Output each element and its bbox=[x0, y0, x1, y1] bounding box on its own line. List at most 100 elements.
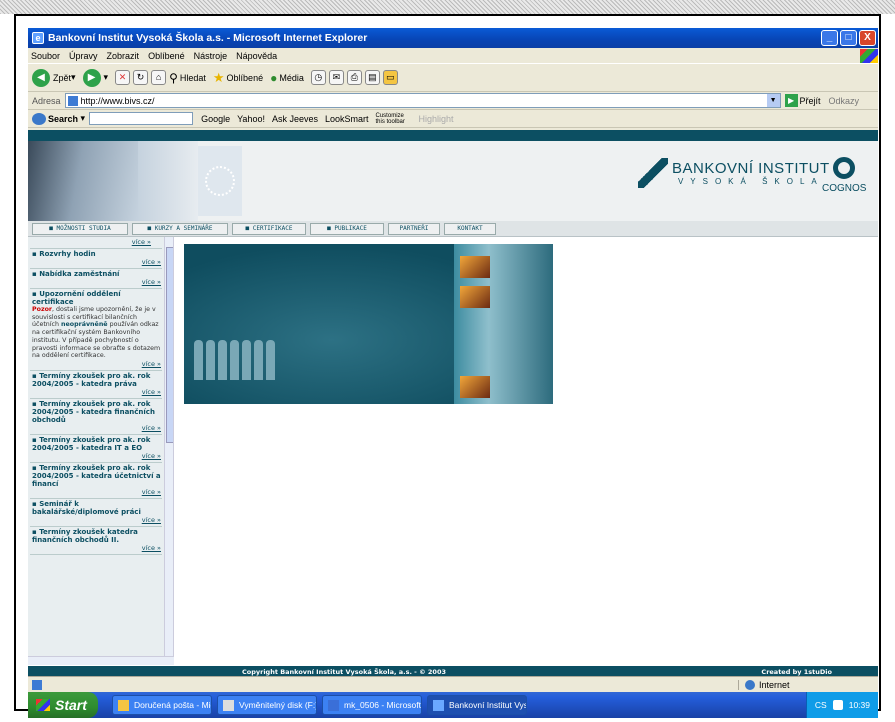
silhouette bbox=[254, 340, 263, 380]
customize-toolbar[interactable]: Customize this toolbar bbox=[376, 113, 412, 125]
address-input[interactable]: http://www.bivs.cz/ ▼ bbox=[64, 93, 781, 108]
list-item: Nabídka zaměstnání více » bbox=[30, 269, 162, 289]
go-button[interactable]: ▶ Přejít bbox=[784, 94, 821, 107]
task-outlook[interactable]: Doručená pošta - Mic... bbox=[112, 695, 212, 715]
silhouette bbox=[194, 340, 203, 380]
nav-moznosti-studia[interactable]: ■ MOŽNOSTI STUDIA bbox=[32, 222, 128, 235]
more-link[interactable]: více » bbox=[32, 258, 161, 267]
mail-icon[interactable]: ✉ bbox=[328, 70, 344, 85]
screenshot-frame: e Bankovní Institut Vysoká Škola a.s. - … bbox=[14, 14, 881, 718]
maximize-button[interactable]: □ bbox=[840, 30, 857, 46]
menu-upravy[interactable]: Úpravy bbox=[69, 51, 98, 61]
close-button[interactable]: X bbox=[859, 30, 876, 46]
menu-oblibene[interactable]: Oblíbené bbox=[148, 51, 185, 61]
search-yahoo[interactable]: Yahoo! bbox=[237, 114, 265, 124]
header-photo bbox=[28, 141, 138, 221]
news-title[interactable]: Rozvrhy hodin bbox=[32, 250, 161, 258]
more-link[interactable]: více » bbox=[32, 452, 161, 461]
search-toolbar-label[interactable]: Search bbox=[48, 114, 78, 124]
history-icon[interactable]: ◷ bbox=[310, 70, 326, 85]
logo-main-text: BANKOVNÍ INSTITUT bbox=[672, 160, 830, 177]
nav-label: PUBLIKACE bbox=[334, 225, 367, 232]
news-title[interactable]: Termíny zkoušek pro ak. rok 2004/2005 - … bbox=[32, 464, 161, 488]
nav-label: KURZY A SEMINÁŘE bbox=[154, 225, 213, 232]
address-label: Adresa bbox=[32, 95, 61, 106]
language-indicator[interactable]: CS bbox=[815, 700, 827, 710]
more-link[interactable]: více » bbox=[32, 238, 151, 247]
home-icon[interactable]: ⌂ bbox=[151, 70, 167, 85]
sidebar-scrollbar[interactable] bbox=[164, 237, 173, 656]
stop-icon[interactable]: ✕ bbox=[115, 70, 131, 85]
news-title[interactable]: Upozornění oddělení certifikace bbox=[32, 290, 161, 306]
news-title[interactable]: Termíny zkoušek katedra finančních obcho… bbox=[32, 528, 161, 544]
news-title[interactable]: Termíny zkoušek pro ak. rok 2004/2005 - … bbox=[32, 372, 161, 388]
outlook-icon bbox=[118, 699, 129, 711]
emphasis-word: neoprávněně bbox=[61, 321, 108, 329]
news-list: více » Rozvrhy hodin více » Nabídka zamě… bbox=[30, 237, 162, 555]
edit-icon[interactable]: ▤ bbox=[364, 70, 380, 85]
address-dropdown-icon[interactable]: ▼ bbox=[766, 94, 780, 107]
search-button[interactable]: ⚲ Hledat bbox=[169, 71, 206, 85]
nav-certifikace[interactable]: ■ CERTIFIKACE bbox=[232, 222, 306, 235]
standard-toolbar: ◀ Zpět ▾ ▶ ▾ ✕ ↻ ⌂ ⚲ Hledat ★ Oblíbené ● Méd… bbox=[28, 64, 878, 92]
title-bar[interactable]: e Bankovní Institut Vysoká Škola a.s. - … bbox=[28, 28, 878, 48]
news-title[interactable]: Seminář k bakalářské/diplomové práci bbox=[32, 500, 161, 516]
start-button[interactable]: Start bbox=[28, 692, 98, 718]
menu-napoveda[interactable]: Nápověda bbox=[236, 51, 277, 61]
menu-soubor[interactable]: Soubor bbox=[31, 51, 60, 61]
more-link[interactable]: více » bbox=[32, 516, 161, 525]
web-page-viewport: BANKOVNÍ INSTITUT VYSOKÁ ŠKOLA COGNOS ■ … bbox=[28, 130, 878, 676]
nav-publikace[interactable]: ■ PUBLIKACE bbox=[310, 222, 384, 235]
task-removable-disk[interactable]: Vyměnitelný disk (F:) bbox=[217, 695, 317, 715]
menu-nastroje[interactable]: Nástroje bbox=[194, 51, 228, 61]
drive-icon bbox=[223, 699, 234, 711]
nav-partneri[interactable]: PARTNEŘI bbox=[388, 222, 440, 235]
go-arrow-icon: ▶ bbox=[784, 94, 798, 107]
menu-zobrazit[interactable]: Zobrazit bbox=[107, 51, 140, 61]
toolbar-search-input[interactable] bbox=[89, 112, 194, 125]
forward-button[interactable]: ▶ ▾ bbox=[82, 68, 108, 87]
news-title[interactable]: Termíny zkoušek pro ak. rok 2004/2005 - … bbox=[32, 436, 161, 452]
more-link[interactable]: více » bbox=[32, 278, 161, 287]
more-link[interactable]: více » bbox=[32, 544, 161, 553]
silhouette bbox=[206, 340, 215, 380]
silhouette bbox=[266, 340, 275, 380]
cognos-logo[interactable]: COGNOS bbox=[822, 157, 866, 194]
more-link[interactable]: více » bbox=[32, 360, 161, 369]
more-link[interactable]: více » bbox=[32, 388, 161, 397]
page-icon bbox=[67, 95, 78, 106]
media-icon: ● bbox=[270, 70, 278, 85]
window-title: Bankovní Institut Vysoká Škola a.s. - Mi… bbox=[48, 32, 368, 44]
nav-kurzy-seminare[interactable]: ■ KURZY A SEMINÁŘE bbox=[132, 222, 228, 235]
more-link[interactable]: více » bbox=[32, 488, 161, 497]
back-button[interactable]: ◀ Zpět ▾ bbox=[32, 68, 76, 87]
favorites-button[interactable]: ★ Oblíbené bbox=[213, 70, 263, 86]
globe-icon bbox=[745, 679, 755, 690]
links-button[interactable]: Odkazy bbox=[829, 96, 860, 106]
refresh-icon[interactable]: ↻ bbox=[133, 70, 149, 85]
minimize-button[interactable]: _ bbox=[821, 30, 838, 46]
news-title[interactable]: Nabídka zaměstnání bbox=[32, 270, 161, 278]
messenger-icon[interactable]: ▭ bbox=[382, 70, 398, 85]
clock: 10:39 bbox=[848, 700, 870, 710]
logo-sub-text: VYSOKÁ ŠKOLA bbox=[677, 177, 824, 186]
task-browser[interactable]: Bankovní Institut Vys... bbox=[427, 695, 527, 715]
bankovni-institut-logo[interactable]: BANKOVNÍ INSTITUT VYSOKÁ ŠKOLA bbox=[638, 158, 830, 188]
media-button[interactable]: ● Média bbox=[270, 71, 304, 85]
speaker-icon[interactable] bbox=[832, 700, 843, 710]
footer-credit[interactable]: Created by 1stuDio bbox=[761, 668, 832, 676]
search-google[interactable]: Google bbox=[201, 114, 230, 124]
task-word[interactable]: mk_0506 - Microsoft ... bbox=[322, 695, 422, 715]
nav-kontakt[interactable]: KONTAKT bbox=[444, 222, 496, 235]
header-band bbox=[28, 130, 878, 141]
highlight-button[interactable]: Highlight bbox=[419, 114, 454, 124]
eu-stars-icon bbox=[205, 166, 235, 196]
sidebar-scroll-thumb[interactable] bbox=[166, 247, 173, 443]
print-icon[interactable]: ⎙ bbox=[346, 70, 362, 85]
more-link[interactable]: více » bbox=[32, 424, 161, 433]
sidebar-hscrollbar[interactable] bbox=[28, 656, 174, 665]
search-looksmart[interactable]: LookSmart bbox=[325, 114, 369, 124]
page-status-icon bbox=[32, 679, 42, 690]
search-askjeeves[interactable]: Ask Jeeves bbox=[272, 114, 318, 124]
news-title[interactable]: Termíny zkoušek pro ak. rok 2004/2005 - … bbox=[32, 400, 161, 424]
